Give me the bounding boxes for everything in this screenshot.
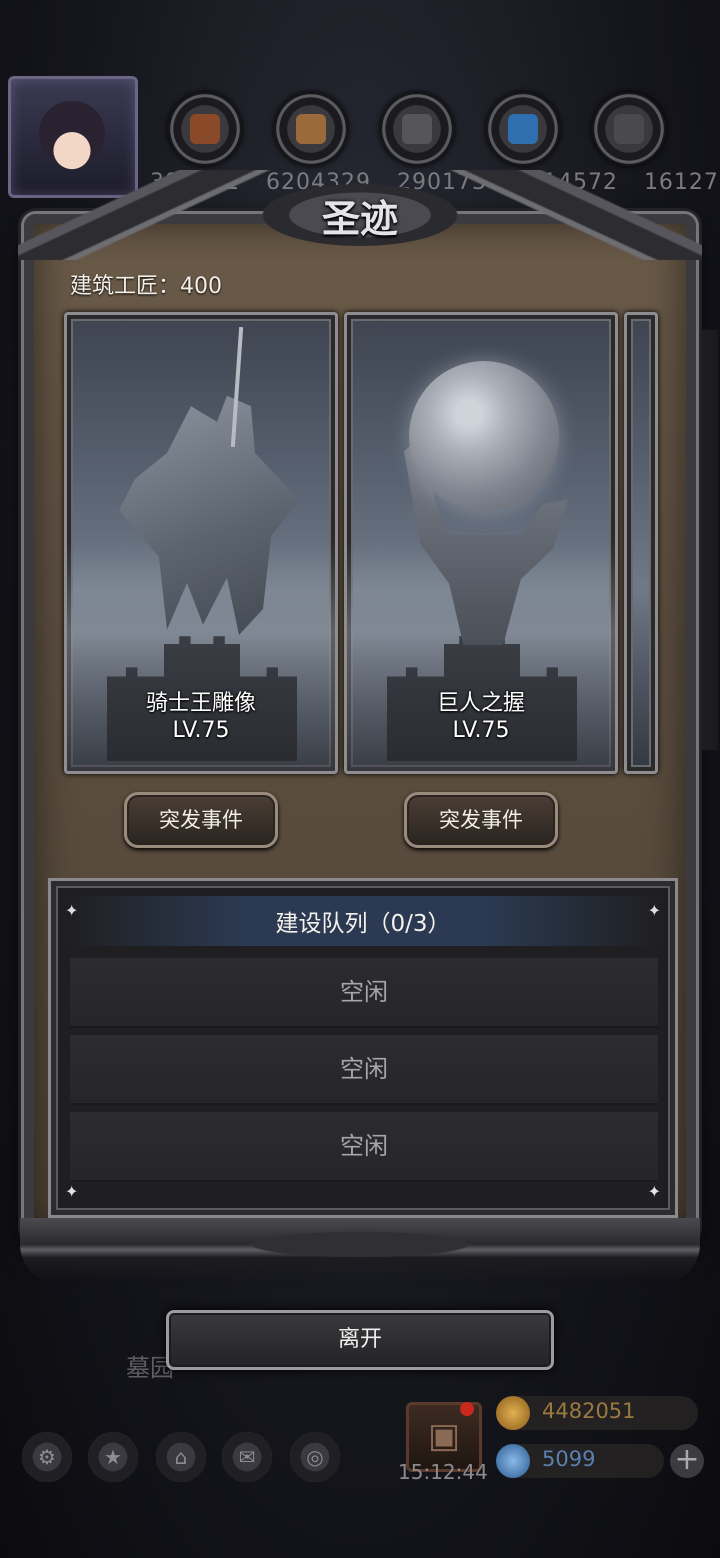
panel-ornament-left bbox=[18, 170, 278, 260]
mail-icon[interactable]: ✉ bbox=[222, 1432, 272, 1482]
sparkle-icon: ✦ bbox=[65, 1182, 79, 1201]
crystal-icon[interactable] bbox=[486, 92, 560, 166]
gold-counter[interactable]: 4482051 bbox=[496, 1396, 698, 1430]
leave-button[interactable]: 离开 bbox=[166, 1310, 554, 1370]
gem-counter[interactable]: 5099 bbox=[496, 1444, 664, 1478]
stone-icon[interactable] bbox=[592, 92, 666, 166]
moon-image bbox=[409, 361, 559, 511]
relic-name: 巨人之握 bbox=[436, 691, 525, 716]
relic-card-giant-grasp[interactable]: 巨人之握 LV.75 bbox=[344, 312, 618, 774]
gift-badge bbox=[460, 1402, 474, 1416]
relic-card-partial[interactable] bbox=[624, 312, 658, 774]
shop-icon[interactable]: ⌂ bbox=[156, 1432, 206, 1482]
player-avatar bbox=[37, 101, 107, 181]
queue-slot[interactable]: 空闲 bbox=[70, 958, 658, 1028]
meat-icon[interactable] bbox=[168, 92, 242, 166]
gem-value: 5099 bbox=[542, 1447, 596, 1471]
panel-title: 圣迹 bbox=[321, 196, 398, 241]
sparkle-icon: ✦ bbox=[647, 1182, 661, 1201]
settings-icon[interactable]: ⚙ bbox=[22, 1432, 72, 1482]
add-gems-button[interactable]: + bbox=[670, 1444, 704, 1478]
achievement-icon[interactable]: ★ bbox=[88, 1432, 138, 1482]
iron-icon[interactable] bbox=[380, 92, 454, 166]
relic-level: LV.75 bbox=[452, 718, 510, 743]
queue-slot[interactable]: 空闲 bbox=[70, 1035, 658, 1105]
queue-title: 建设队列（0/3） bbox=[275, 911, 451, 937]
sudden-event-button[interactable]: 突发事件 bbox=[404, 792, 558, 848]
relic-name: 骑士王雕像 bbox=[145, 691, 256, 716]
relic-card-knight-king[interactable]: 骑士王雕像 LV.75 bbox=[64, 312, 338, 774]
gift-timer: 15:12:44 bbox=[398, 1460, 488, 1484]
gold-value: 4482051 bbox=[542, 1399, 636, 1423]
relic-level: LV.75 bbox=[172, 718, 230, 743]
builder-count: 建筑工匠：400 bbox=[70, 274, 222, 299]
gold-icon bbox=[496, 1396, 530, 1430]
side-tabs[interactable] bbox=[696, 330, 718, 750]
wood-icon[interactable] bbox=[274, 92, 348, 166]
panel-ornament-bottom bbox=[20, 1218, 700, 1284]
panel-ornament-right bbox=[442, 170, 702, 260]
gem-icon bbox=[496, 1444, 530, 1478]
queue-slot[interactable]: 空闲 bbox=[70, 1112, 658, 1182]
map-icon[interactable]: ◎ bbox=[290, 1432, 340, 1482]
sudden-event-button[interactable]: 突发事件 bbox=[124, 792, 278, 848]
